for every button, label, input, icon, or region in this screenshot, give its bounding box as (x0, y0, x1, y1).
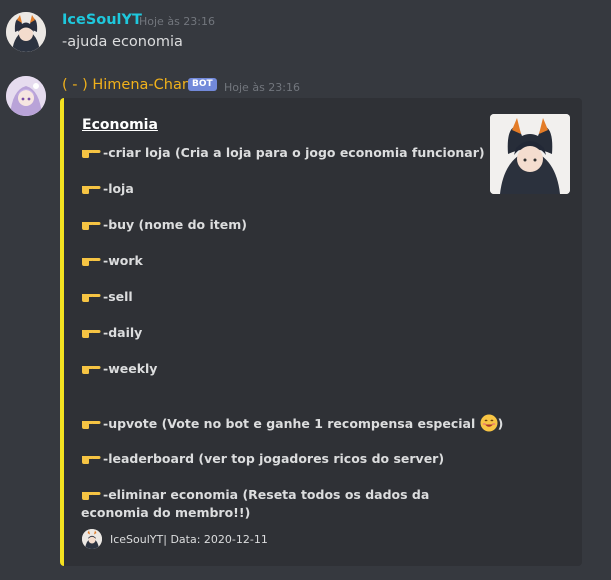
embed-line-text: -loja (103, 181, 134, 196)
bot-badge: BOT (188, 78, 217, 91)
pointing-hand-icon (81, 289, 101, 303)
pointing-hand-icon (81, 217, 101, 231)
embed-line-buy: -buy (nome do item) (81, 216, 247, 234)
message-text: -ajuda economia (62, 34, 183, 50)
embed-line-eliminar-economia: -eliminar economia (Reseta todos os dado… (81, 486, 481, 522)
embed-line-sell: -sell (81, 288, 133, 306)
pointing-hand-icon (81, 181, 101, 195)
pointing-hand-icon (81, 145, 101, 159)
bot-avatar[interactable] (6, 76, 46, 116)
embed-footer: IceSoulYT| Data: 2020-12-11 (82, 529, 268, 549)
embed-thumbnail[interactable] (490, 114, 570, 194)
embed-line-daily: -daily (81, 324, 142, 342)
pointing-hand-icon (81, 487, 101, 501)
message-timestamp: Hoje às 23:16 (139, 15, 215, 28)
pointing-hand-icon (81, 416, 101, 430)
pointing-hand-icon (81, 451, 101, 465)
embed-title: Economia (82, 117, 158, 133)
username-himena-chan[interactable]: ( - ) Himena-Chan (62, 77, 191, 93)
embed-line-work: -work (81, 252, 143, 270)
pointing-hand-icon (81, 325, 101, 339)
embed-line-text: -upvote (Vote no bot e ganhe 1 recompens… (103, 416, 476, 431)
footer-avatar (82, 529, 102, 549)
embed-line-text: -weekly (103, 361, 158, 376)
smiling-face-icon (480, 414, 498, 432)
embed-line-text: -daily (103, 325, 143, 340)
embed-line-upvote: -upvote (Vote no bot e ganhe 1 recompens… (81, 414, 503, 433)
embed-line-text: -leaderboard (ver top jogadores ricos do… (103, 451, 445, 466)
embed-line-loja: -loja (81, 180, 134, 198)
message-timestamp: Hoje às 23:16 (224, 81, 300, 94)
embed-line-criar-loja: -criar loja (Cria a loja para o jogo eco… (81, 144, 485, 162)
embed-card: Economia -criar loja (Cria a loja para o… (60, 98, 582, 566)
embed-line-text: -criar loja (Cria a loja para o jogo eco… (103, 145, 485, 160)
embed-line-text: -work (103, 253, 143, 268)
pointing-hand-icon (81, 361, 101, 375)
embed-line-leaderboard: -leaderboard (ver top jogadores ricos do… (81, 450, 444, 468)
embed-line-text: -eliminar economia (Reseta todos os dado… (81, 487, 430, 520)
embed-line-weekly: -weekly (81, 360, 157, 378)
embed-line-text: -buy (nome do item) (103, 217, 247, 232)
embed-line-text: -sell (103, 289, 133, 304)
pointing-hand-icon (81, 253, 101, 267)
embed-line-text-end: ) (497, 416, 504, 431)
embed-footer-text: IceSoulYT| Data: 2020-12-11 (110, 532, 268, 546)
user-avatar[interactable] (6, 12, 46, 52)
username-icesoulyt[interactable]: IceSoulYT (62, 12, 142, 28)
